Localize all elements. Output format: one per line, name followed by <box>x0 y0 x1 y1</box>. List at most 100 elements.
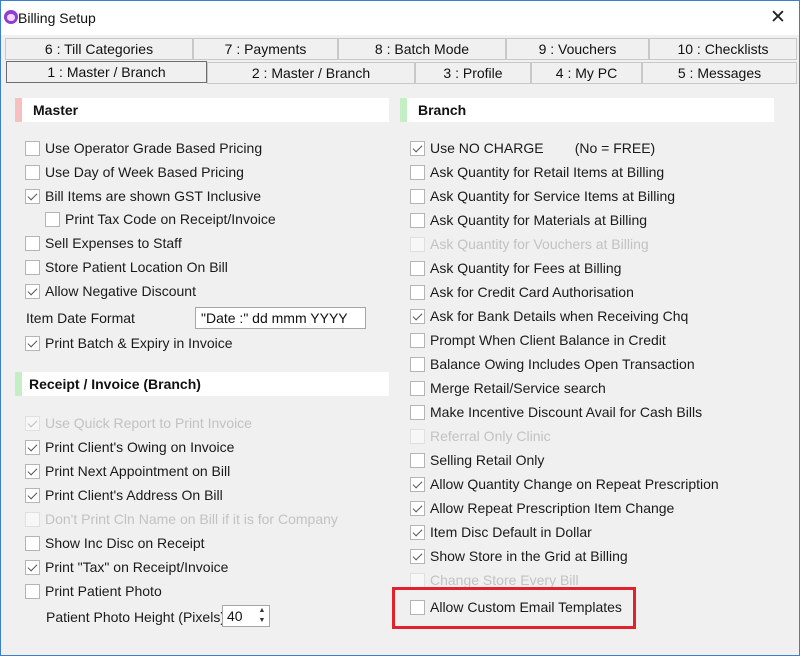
tab-till-categories[interactable]: 6 : Till Categories <box>5 38 193 60</box>
spin-down-icon[interactable]: ▼ <box>255 616 269 626</box>
tab-messages[interactable]: 5 : Messages <box>642 62 797 84</box>
checkbox-box[interactable] <box>410 261 425 276</box>
checkbox-box[interactable] <box>25 488 40 503</box>
receipt-section-title: Receipt / Invoice (Branch) <box>29 376 201 392</box>
checkbox-allow-quantity-change-on-repeat-prescrip[interactable]: Allow Quantity Change on Repeat Prescrip… <box>410 476 780 496</box>
checkbox-label: Make Incentive Discount Avail for Cash B… <box>430 404 703 420</box>
checkbox-box[interactable] <box>25 560 40 575</box>
checkbox-box[interactable] <box>410 285 425 300</box>
checkbox-box[interactable] <box>410 405 425 420</box>
checkbox-box <box>25 512 40 527</box>
checkbox-box[interactable] <box>25 141 40 156</box>
checkbox-bill-items-are-shown-gst-inclusive[interactable]: Bill Items are shown GST Inclusive <box>25 188 395 208</box>
print-batch-expiry-checkbox[interactable]: Print Batch & Expiry in Invoice <box>25 335 385 355</box>
checkbox-store-patient-location-on-bill[interactable]: Store Patient Location On Bill <box>25 259 395 279</box>
checkbox-box[interactable] <box>410 381 425 396</box>
checkbox-label: Print Client's Address On Bill <box>45 487 223 503</box>
checkbox-merge-retail-service-search[interactable]: Merge Retail/Service search <box>410 380 780 400</box>
checkbox-box[interactable] <box>410 189 425 204</box>
checkbox-label: Bill Items are shown GST Inclusive <box>45 188 262 204</box>
tab-my-pc[interactable]: 4 : My PC <box>531 62 642 84</box>
checkbox-box[interactable] <box>25 236 40 251</box>
checkbox-box[interactable] <box>25 260 40 275</box>
photo-height-label: Patient Photo Height (Pixels) <box>46 609 225 625</box>
checkbox-allow-repeat-prescription-item-change[interactable]: Allow Repeat Prescription Item Change <box>410 500 780 520</box>
checkbox-print-patient-photo[interactable]: Print Patient Photo <box>25 583 395 603</box>
checkbox-ask-quantity-for-service-items-at-billin[interactable]: Ask Quantity for Service Items at Billin… <box>410 188 780 208</box>
checkbox-box[interactable] <box>410 525 425 540</box>
checkbox-label: Print Patient Photo <box>45 583 162 599</box>
checkbox-box[interactable] <box>410 165 425 180</box>
checkbox-allow-negative-discount[interactable]: Allow Negative Discount <box>25 283 395 303</box>
tab-payments[interactable]: 7 : Payments <box>193 38 338 60</box>
tab-batch-mode[interactable]: 8 : Batch Mode <box>338 38 506 60</box>
checkbox-box[interactable] <box>25 584 40 599</box>
master-accent-bar <box>15 98 22 122</box>
checkbox-label: Item Disc Default in Dollar <box>430 524 592 540</box>
checkbox-box[interactable] <box>25 284 40 299</box>
checkbox-box[interactable] <box>410 477 425 492</box>
checkbox-label: Use Quick Report to Print Invoice <box>45 415 252 431</box>
checkbox-use-no-charge-no-free[interactable]: Use NO CHARGE (No = FREE) <box>410 140 780 160</box>
checkbox-item-disc-default-in-dollar[interactable]: Item Disc Default in Dollar <box>410 524 780 544</box>
checkbox-ask-quantity-for-fees-at-billing[interactable]: Ask Quantity for Fees at Billing <box>410 260 780 280</box>
checkbox-box[interactable] <box>25 165 40 180</box>
checkbox-prompt-when-client-balance-in-credit[interactable]: Prompt When Client Balance in Credit <box>410 332 780 352</box>
checkbox-use-operator-grade-based-pricing[interactable]: Use Operator Grade Based Pricing <box>25 140 395 160</box>
checkbox-label: Show Store in the Grid at Billing <box>430 548 628 564</box>
receipt-accent-bar <box>15 372 22 396</box>
checkbox-don-t-print-cln-name-on-bill-if-it-is-fo: Don't Print Cln Name on Bill if it is fo… <box>25 511 395 531</box>
branch-accent-bar <box>400 98 407 122</box>
checkbox-ask-quantity-for-materials-at-billing[interactable]: Ask Quantity for Materials at Billing <box>410 212 780 232</box>
checkbox-box[interactable] <box>25 189 40 204</box>
close-button[interactable]: ✕ <box>763 7 793 29</box>
tab-master-branch-2[interactable]: 2 : Master / Branch <box>207 62 415 84</box>
checkbox-print-tax-code-on-receipt-invoice[interactable]: Print Tax Code on Receipt/Invoice <box>45 211 415 231</box>
checkbox-box[interactable] <box>410 357 425 372</box>
checkbox-box[interactable] <box>410 141 425 156</box>
checkbox-label: Print Batch & Expiry in Invoice <box>45 335 233 351</box>
checkbox-print-next-appointment-on-bill[interactable]: Print Next Appointment on Bill <box>25 463 395 483</box>
checkbox-box[interactable] <box>25 464 40 479</box>
item-date-format-input[interactable] <box>195 307 366 329</box>
checkbox-ask-quantity-for-vouchers-at-billing: Ask Quantity for Vouchers at Billing <box>410 236 780 256</box>
checkbox-ask-quantity-for-retail-items-at-billing[interactable]: Ask Quantity for Retail Items at Billing <box>410 164 780 184</box>
checkbox-balance-owing-includes-open-transaction[interactable]: Balance Owing Includes Open Transaction <box>410 356 780 376</box>
billing-setup-window: Billing Setup ✕ 6 : Till Categories 7 : … <box>0 0 800 656</box>
tab-profile[interactable]: 3 : Profile <box>415 62 531 84</box>
checkbox-box[interactable] <box>410 501 425 516</box>
checkbox-ask-for-credit-card-authorisation[interactable]: Ask for Credit Card Authorisation <box>410 284 780 304</box>
checkbox-show-inc-disc-on-receipt[interactable]: Show Inc Disc on Receipt <box>25 535 395 555</box>
spin-up-icon[interactable]: ▲ <box>255 606 269 616</box>
checkbox-use-day-of-week-based-pricing[interactable]: Use Day of Week Based Pricing <box>25 164 395 184</box>
checkbox-ask-for-bank-details-when-receiving-chq[interactable]: Ask for Bank Details when Receiving Chq <box>410 308 780 328</box>
checkbox-selling-retail-only[interactable]: Selling Retail Only <box>410 452 780 472</box>
checkbox-box[interactable] <box>410 333 425 348</box>
checkbox-label: Sell Expenses to Staff <box>45 235 182 251</box>
tab-master-branch-1[interactable]: 1 : Master / Branch <box>6 61 207 83</box>
checkbox-label: Ask Quantity for Fees at Billing <box>430 260 622 276</box>
checkbox-box[interactable] <box>410 309 425 324</box>
photo-height-spinner[interactable]: 40 ▲ ▼ <box>222 605 270 627</box>
checkbox-box[interactable] <box>25 536 40 551</box>
title-bar: Billing Setup ✕ <box>1 1 799 35</box>
checkbox-box[interactable] <box>25 440 40 455</box>
checkbox-label: Change Store Every Bill <box>430 572 579 588</box>
checkbox-box[interactable] <box>410 213 425 228</box>
checkbox-box[interactable] <box>410 549 425 564</box>
checkbox-label: Ask Quantity for Vouchers at Billing <box>430 236 649 252</box>
checkbox-box[interactable] <box>25 336 40 351</box>
checkbox-print-tax-on-receipt-invoice[interactable]: Print "Tax" on Receipt/Invoice <box>25 559 395 579</box>
checkbox-sell-expenses-to-staff[interactable]: Sell Expenses to Staff <box>25 235 395 255</box>
checkbox-box[interactable] <box>45 212 60 227</box>
checkbox-label: Store Patient Location On Bill <box>45 259 228 275</box>
tab-checklists[interactable]: 10 : Checklists <box>649 38 797 60</box>
photo-height-value[interactable]: 40 <box>227 608 243 624</box>
checkbox-make-incentive-discount-avail-for-cash-b[interactable]: Make Incentive Discount Avail for Cash B… <box>410 404 780 424</box>
checkbox-label: Balance Owing Includes Open Transaction <box>430 356 695 372</box>
checkbox-print-client-s-owing-on-invoice[interactable]: Print Client's Owing on Invoice <box>25 439 395 459</box>
checkbox-box[interactable] <box>410 453 425 468</box>
checkbox-show-store-in-the-grid-at-billing[interactable]: Show Store in the Grid at Billing <box>410 548 780 568</box>
checkbox-print-client-s-address-on-bill[interactable]: Print Client's Address On Bill <box>25 487 395 507</box>
tab-vouchers[interactable]: 9 : Vouchers <box>506 38 649 60</box>
